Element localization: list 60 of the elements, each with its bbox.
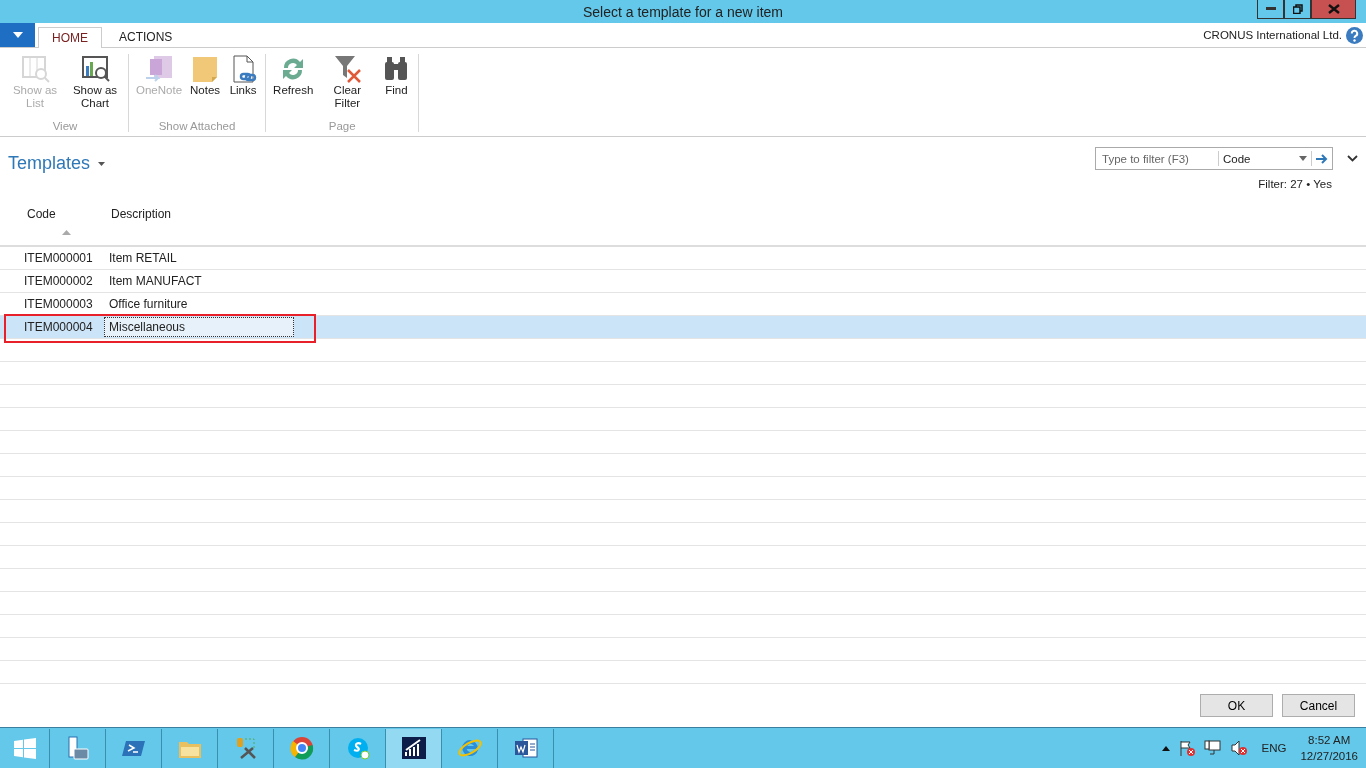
language-indicator[interactable]: ENG (1261, 742, 1287, 754)
filter-field[interactable]: Type to filter (F3) Code (1095, 147, 1333, 170)
ribbon-button[interactable]: Links (225, 54, 262, 120)
flag-error-icon[interactable] (1177, 739, 1196, 757)
restore-button[interactable] (1284, 0, 1311, 19)
document-icon (512, 736, 539, 760)
browser-icon (288, 736, 315, 760)
table-cell-text: Item MANUFACT (108, 273, 203, 290)
ribbon-button[interactable]: Clear Filter (318, 54, 377, 120)
caret-up-icon[interactable] (1161, 745, 1170, 751)
filter-column-dropdown[interactable]: Code (1218, 151, 1311, 166)
funnel-cross-icon (332, 54, 363, 84)
table-cell-text: Item RETAIL (108, 250, 178, 267)
clock-date[interactable]: 12/27/2016 (1300, 748, 1358, 764)
ribbon-button[interactable]: Notes (187, 54, 224, 120)
caret-down-icon (12, 32, 23, 38)
ribbon-button[interactable]: Refresh (270, 54, 317, 120)
notebook-icon (144, 54, 174, 84)
sort-ascending-icon (62, 230, 71, 235)
chart-magnifier-icon (80, 54, 110, 84)
clock-time[interactable]: 8:52 AM (1308, 732, 1351, 748)
ribbon-tab[interactable]: HOME (38, 27, 102, 48)
column-header[interactable]: Code (27, 207, 105, 221)
speaker-muted-icon[interactable] (1229, 739, 1248, 757)
page-title-dropdown[interactable]: Templates (8, 147, 106, 180)
ribbon-group-label: View (51, 120, 79, 132)
table-cell-text: ITEM000002 (23, 274, 94, 288)
network-icon[interactable] (1203, 739, 1222, 757)
column-header[interactable]: Description (111, 207, 172, 221)
taskbar-app-icon[interactable] (386, 728, 442, 768)
table-cell-text: ITEM000001 (23, 251, 94, 265)
close-button[interactable] (1311, 0, 1356, 19)
caret-down-icon (98, 161, 106, 166)
filter-summary: Filter: 27 • Yes (1258, 178, 1332, 190)
table-cell-text: ITEM000004 (23, 320, 94, 334)
table-cell-text: Office furniture (108, 296, 189, 313)
dialog-button[interactable]: OK (1200, 694, 1273, 717)
restore-icon (1292, 4, 1303, 14)
minimize-button[interactable] (1257, 0, 1284, 19)
ribbon-button[interactable]: Find (378, 54, 415, 120)
ribbon-button[interactable]: Show as Chart (66, 54, 124, 120)
table-cell: Miscellaneous (104, 317, 294, 337)
ribbon-group-label: Page (327, 120, 357, 132)
ribbon-group-label: Show Attached (157, 120, 237, 132)
table-magnifier-icon (20, 54, 50, 84)
table-row[interactable]: ITEM000001 Item RETAIL (0, 247, 1366, 270)
arrow-right-icon (1316, 153, 1328, 164)
table-row[interactable]: ITEM000002 Item MANUFACT (0, 270, 1366, 293)
application-menu-button[interactable] (0, 23, 35, 47)
chevron-down-icon[interactable] (1347, 155, 1358, 162)
table-cell-text: ITEM000003 (23, 297, 94, 311)
company-name: CRONUS International Ltd. (1203, 29, 1342, 41)
close-icon (1327, 4, 1340, 14)
windows-logo-icon (11, 736, 38, 760)
window-title: Select a template for a new item (583, 3, 783, 20)
chart-icon (400, 736, 427, 760)
caret-down-icon (1299, 156, 1307, 161)
help-icon[interactable] (1346, 26, 1363, 44)
minimize-icon (1265, 7, 1276, 11)
dialog-button[interactable]: Cancel (1282, 694, 1355, 717)
